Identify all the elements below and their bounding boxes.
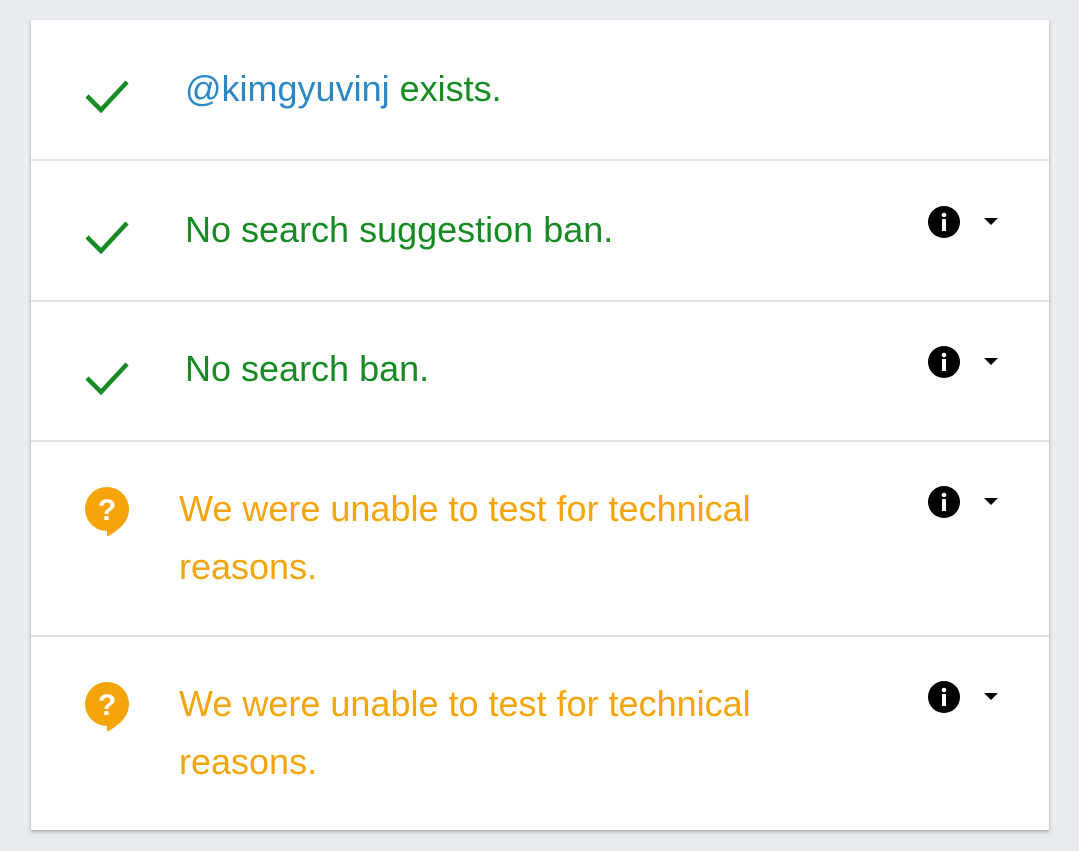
result-row-ghost-ban: ? We were unable to test for technical r… (31, 442, 1049, 637)
result-row-search-suggestion-ban: No search suggestion ban. (31, 161, 1049, 302)
results-card: @kimgyuvinj exists. No search suggestion… (31, 20, 1049, 830)
caret-down-icon[interactable] (981, 356, 1001, 368)
result-text: We were unable to test for technical rea… (179, 488, 751, 587)
result-text: No search ban. (185, 348, 430, 389)
info-icon[interactable] (927, 345, 961, 379)
result-text: No search suggestion ban. (185, 209, 614, 250)
svg-text:?: ? (98, 689, 116, 722)
result-text: We were unable to test for technical rea… (179, 683, 751, 782)
check-icon (85, 362, 129, 396)
question-bubble-icon: ? (85, 682, 129, 731)
svg-text:?: ? (98, 494, 116, 527)
account-handle-link[interactable]: @kimgyuvinj (185, 68, 390, 109)
result-text: exists. (389, 68, 502, 109)
check-icon (85, 80, 129, 114)
result-row-search-ban: No search ban. (31, 302, 1049, 442)
caret-down-icon[interactable] (981, 691, 1001, 703)
check-icon (85, 221, 129, 255)
result-message: @kimgyuvinj exists. (185, 60, 502, 118)
question-bubble-icon: ? (85, 487, 129, 536)
info-icon[interactable] (927, 680, 961, 714)
info-icon[interactable] (927, 485, 961, 519)
caret-down-icon[interactable] (981, 496, 1001, 508)
result-row-exists: @kimgyuvinj exists. (31, 20, 1049, 161)
caret-down-icon[interactable] (981, 216, 1001, 228)
info-icon[interactable] (927, 205, 961, 239)
result-row-reply-deboosting: ? We were unable to test for technical r… (31, 637, 1049, 830)
